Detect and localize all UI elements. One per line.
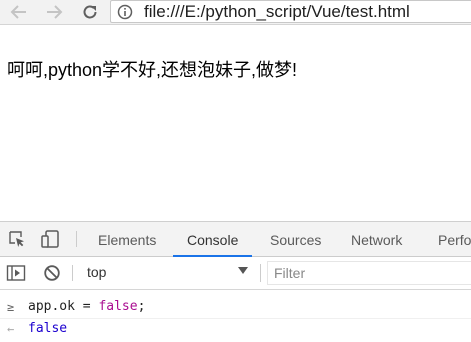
devtools-panel: Elements Console Sources Network Perfo t… <box>0 221 471 342</box>
arrow-right-icon <box>47 5 63 19</box>
tab-sources[interactable]: Sources <box>270 222 321 256</box>
console-toolbar-divider <box>72 265 73 281</box>
console-input-line: ≥ app.ok = false; <box>0 296 471 319</box>
command-semicolon: ; <box>137 299 146 314</box>
browser-toolbar: file:///E:/python_script/Vue/test.html <box>0 0 471 25</box>
console-result-line: ← false <box>0 318 471 340</box>
sidebar-toggle-icon <box>6 265 26 281</box>
console-toolbar: top <box>0 257 471 290</box>
input-prompt-icon: ≥ <box>7 300 15 314</box>
device-toolbar-button[interactable] <box>40 229 60 249</box>
context-value: top <box>87 264 107 280</box>
device-toolbar-icon <box>41 230 59 248</box>
reload-button[interactable] <box>79 1 101 23</box>
tab-performance[interactable]: Perfo <box>438 222 471 256</box>
console-result: false <box>28 321 68 336</box>
filter-divider <box>260 264 261 282</box>
info-icon[interactable] <box>117 4 133 20</box>
clear-console-button[interactable] <box>42 263 62 283</box>
console-command: app.ok = false; <box>28 296 145 318</box>
result-arrow-icon: ← <box>7 322 15 336</box>
clear-console-icon <box>44 265 60 281</box>
tab-elements[interactable]: Elements <box>98 222 156 256</box>
command-identifier: app.ok <box>28 299 75 314</box>
url-text: file:///E:/python_script/Vue/test.html <box>144 2 410 21</box>
tab-console[interactable]: Console <box>172 222 253 257</box>
reload-icon <box>83 5 97 19</box>
back-button[interactable] <box>8 1 30 23</box>
command-value: false <box>98 299 138 314</box>
arrow-left-icon <box>10 5 26 19</box>
inspect-element-icon <box>9 231 24 247</box>
address-bar[interactable]: file:///E:/python_script/Vue/test.html <box>110 0 471 23</box>
filter-input[interactable] <box>267 261 471 285</box>
devtools-tabbar: Elements Console Sources Network Perfo <box>0 222 471 257</box>
tab-network[interactable]: Network <box>351 222 402 256</box>
inspect-element-button[interactable] <box>7 229 27 249</box>
forward-button[interactable] <box>43 1 65 23</box>
context-select[interactable]: top <box>80 261 256 285</box>
command-operator: = <box>74 299 99 314</box>
dropdown-arrow-icon <box>238 267 248 274</box>
sidebar-toggle-button[interactable] <box>6 263 26 283</box>
page-message: 呵呵,python学不好,还想泡妹子,做梦! <box>7 60 298 80</box>
tabbar-divider <box>76 231 77 247</box>
